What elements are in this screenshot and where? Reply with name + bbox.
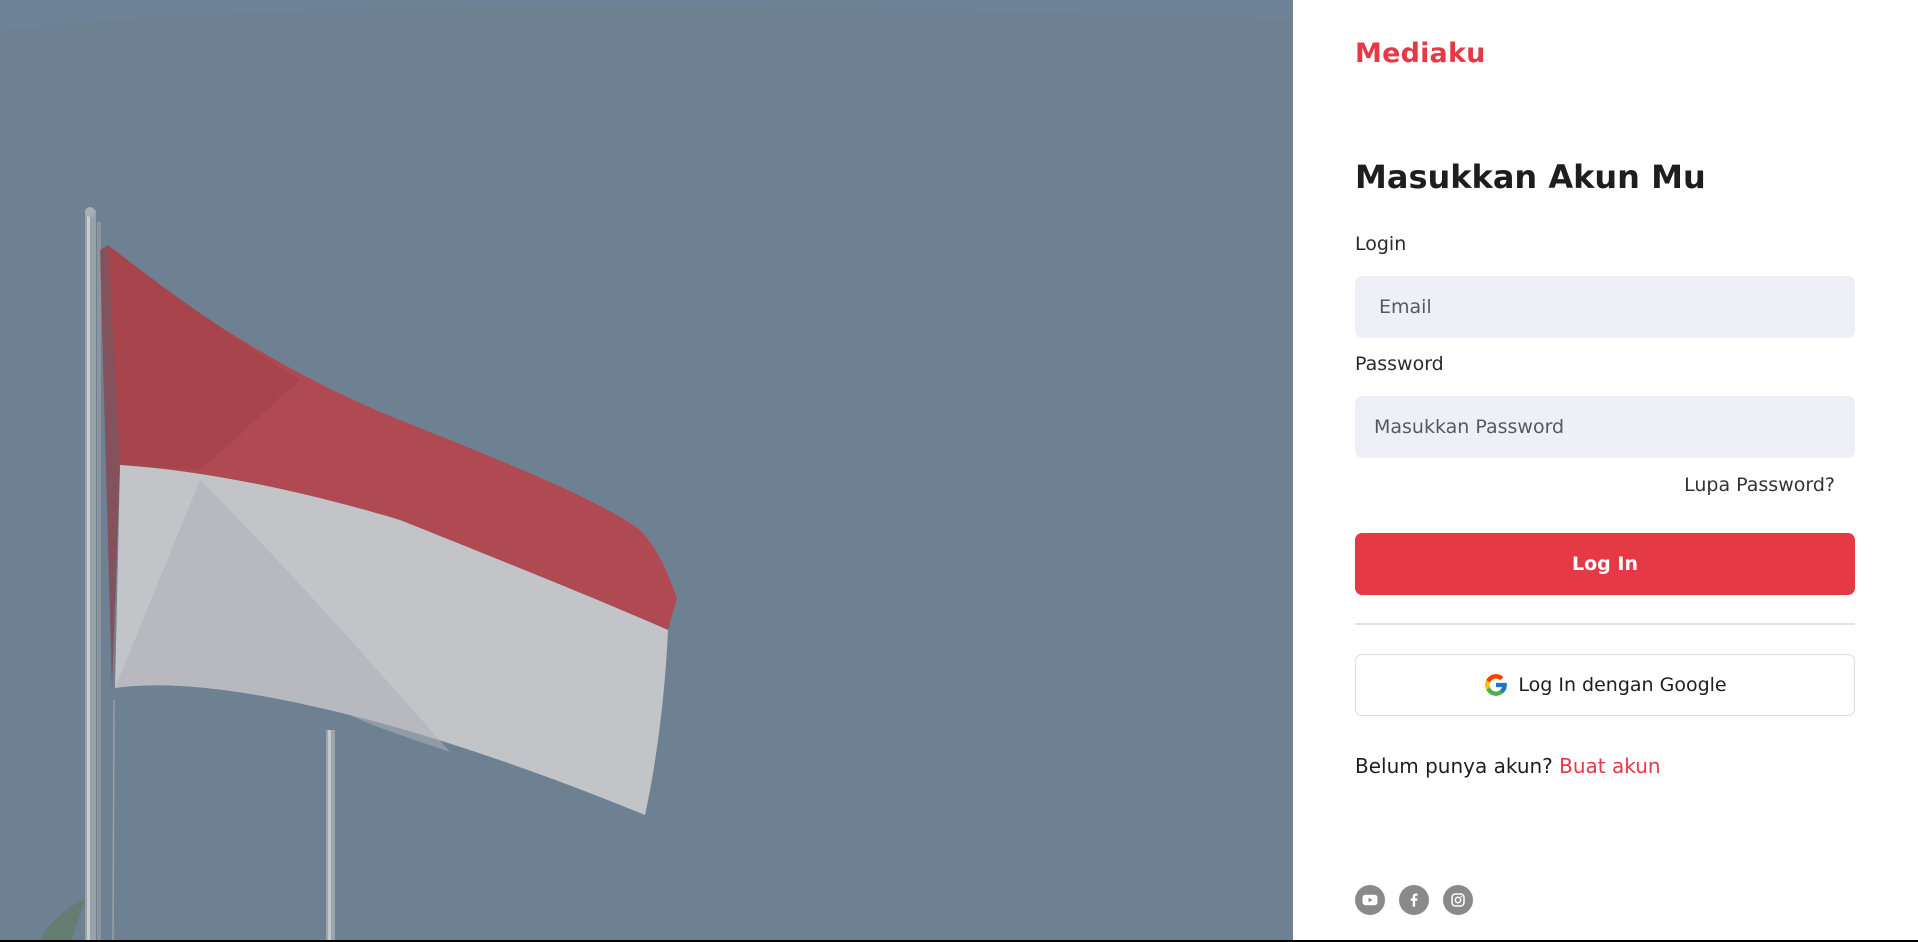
login-label: Login: [1355, 233, 1407, 255]
divider: [1355, 623, 1855, 625]
indonesian-flag-illustration: [0, 0, 1293, 940]
password-input[interactable]: [1355, 396, 1855, 458]
login-button[interactable]: Log In: [1355, 533, 1855, 595]
youtube-icon[interactable]: [1355, 885, 1385, 915]
facebook-icon[interactable]: [1399, 885, 1429, 915]
instagram-icon[interactable]: [1443, 885, 1473, 915]
brand-logo[interactable]: Mediaku: [1355, 38, 1486, 69]
signup-text: Belum punya akun?: [1355, 754, 1553, 778]
google-login-label: Log In dengan Google: [1518, 674, 1727, 696]
email-input[interactable]: [1355, 276, 1855, 338]
forgot-password-link[interactable]: Lupa Password?: [1670, 474, 1835, 496]
login-panel: Mediaku Masukkan Akun Mu Login Password …: [1293, 0, 1918, 940]
google-icon: [1483, 672, 1509, 698]
page-title: Masukkan Akun Mu: [1355, 158, 1706, 196]
password-label: Password: [1355, 353, 1444, 375]
google-login-button[interactable]: Log In dengan Google: [1355, 654, 1855, 716]
hero-image: [0, 0, 1293, 940]
signup-prompt: Belum punya akun? Buat akun: [1355, 754, 1661, 778]
create-account-link[interactable]: Buat akun: [1559, 754, 1660, 778]
login-page: Mediaku Masukkan Akun Mu Login Password …: [0, 0, 1918, 940]
social-links: [1355, 885, 1473, 915]
